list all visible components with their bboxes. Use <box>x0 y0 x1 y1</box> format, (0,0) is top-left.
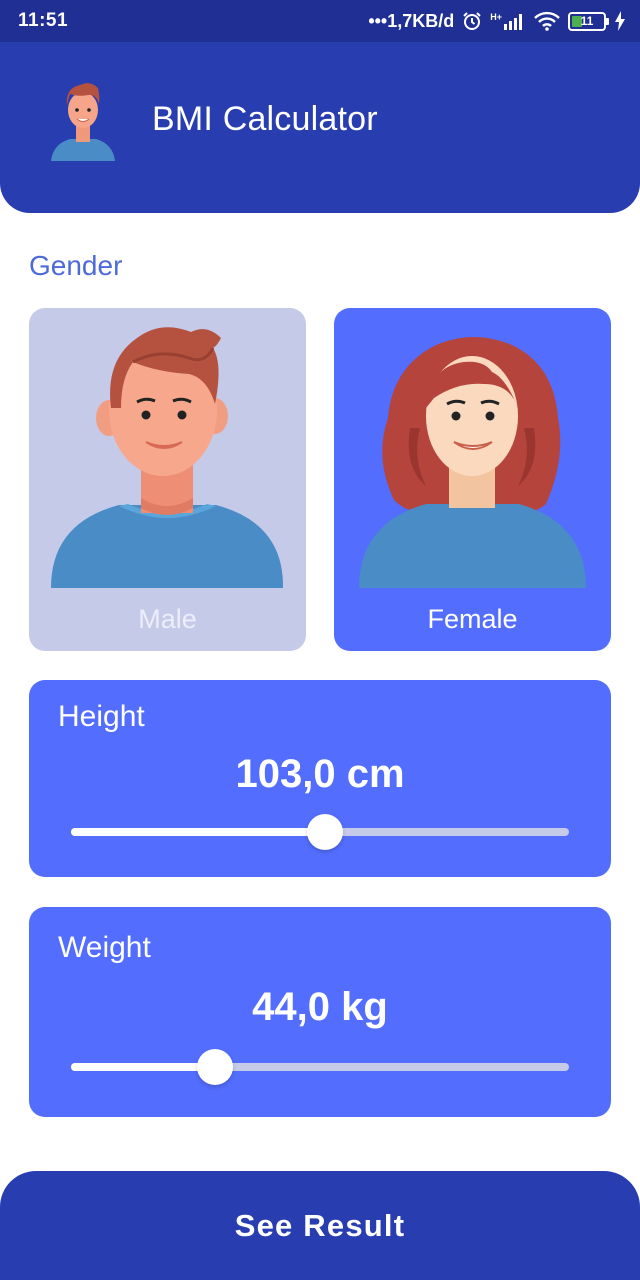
female-portrait-icon <box>359 337 586 588</box>
battery-icon: 11 <box>568 11 609 31</box>
weight-slider-fill <box>71 1063 215 1071</box>
weight-value: 44,0 kg <box>252 985 388 1029</box>
battery-level: 11 <box>580 13 594 28</box>
wifi-icon <box>534 11 560 31</box>
weight-slider-thumb[interactable] <box>197 1049 233 1085</box>
app-title: BMI Calculator <box>152 100 378 138</box>
height-label: Height <box>58 700 145 733</box>
signal-label: H+ <box>490 12 502 22</box>
signal-icon: H+ <box>490 12 526 30</box>
weight-slider[interactable] <box>71 1049 569 1085</box>
status-bar: 11:51 •••1,7KB/d H+ 11 <box>0 0 640 42</box>
see-result-button[interactable]: See Result <box>0 1171 640 1280</box>
weight-label: Weight <box>58 931 151 964</box>
status-icons: •••1,7KB/d H+ 11 <box>368 11 626 32</box>
app-bar: BMI Calculator <box>0 42 640 213</box>
alarm-icon <box>462 11 482 31</box>
gender-label: Gender <box>29 250 123 281</box>
male-avatar-icon <box>51 83 115 161</box>
male-portrait-icon <box>51 327 284 588</box>
height-slider-fill <box>71 828 325 836</box>
charging-icon <box>614 11 626 31</box>
network-speed: •••1,7KB/d <box>368 10 455 31</box>
gender-caption-male: Male <box>138 604 197 634</box>
gender-caption-female: Female <box>427 604 518 634</box>
weight-card: Weight 44,0 kg <box>29 907 611 1117</box>
height-slider[interactable] <box>71 814 569 850</box>
height-card: Height 103,0 cm <box>29 680 611 877</box>
height-slider-thumb[interactable] <box>307 814 343 850</box>
gender-card-female[interactable]: Female <box>334 308 611 651</box>
gender-card-male[interactable]: Male <box>29 308 306 651</box>
height-value: 103,0 cm <box>235 752 405 796</box>
status-time: 11:51 <box>18 10 69 31</box>
